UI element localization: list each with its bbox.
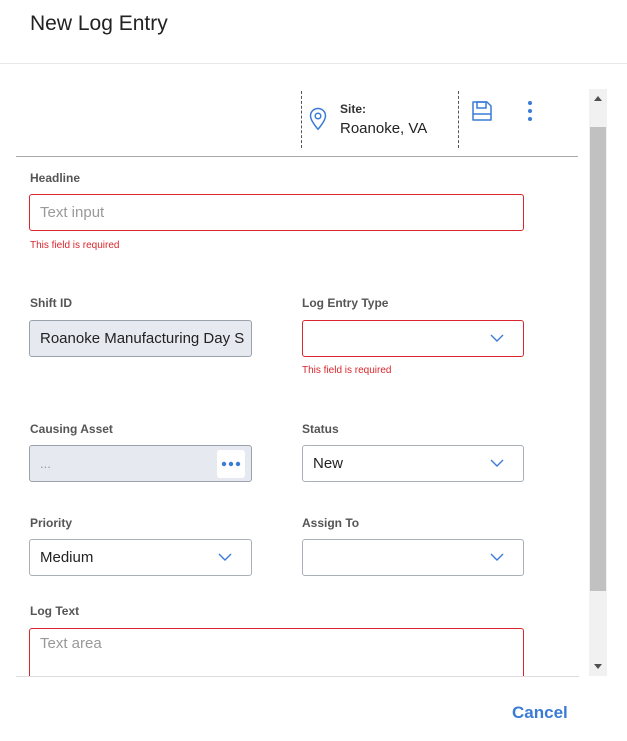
scroll-down-arrow-icon[interactable] (589, 656, 607, 676)
assign-to-label: Assign To (302, 516, 360, 530)
vertical-scrollbar[interactable] (589, 89, 607, 676)
priority-value: Medium (40, 549, 94, 566)
footer-divider (16, 676, 579, 677)
headline-placeholder: Text input (40, 204, 105, 221)
chevron-down-icon (218, 553, 232, 561)
site-value: Roanoke, VA (340, 120, 428, 137)
save-icon[interactable] (471, 100, 493, 122)
log-entry-type-error: This field is required (302, 365, 392, 376)
asset-picker-button[interactable] (217, 450, 245, 478)
priority-select[interactable]: Medium (29, 539, 252, 576)
status-value: New (313, 455, 344, 472)
map-pin-icon (309, 107, 327, 131)
assign-to-select[interactable] (302, 539, 524, 576)
scrollbar-thumb[interactable] (590, 127, 606, 591)
toolbar-divider (16, 156, 578, 157)
priority-label: Priority (30, 516, 73, 530)
form-scroll-region[interactable]: Site: Roanoke, VA Headline Text input Th… (16, 89, 607, 676)
site-label: Site: (340, 102, 367, 116)
log-entry-type-select[interactable] (302, 320, 524, 357)
chevron-down-icon (490, 334, 504, 342)
headline-error: This field is required (30, 240, 120, 251)
causing-asset-label: Causing Asset (30, 422, 113, 436)
chevron-down-icon (490, 553, 504, 561)
log-entry-type-label: Log Entry Type (302, 296, 389, 310)
shift-id-field[interactable]: Roanoke Manufacturing Day S (29, 320, 252, 357)
status-select[interactable]: New (302, 445, 524, 482)
log-text-placeholder: Text area (40, 635, 102, 652)
cancel-button[interactable]: Cancel (512, 703, 568, 723)
causing-asset-value: ... (40, 456, 51, 471)
shift-id-label: Shift ID (30, 296, 72, 310)
chevron-down-icon (490, 459, 504, 467)
dialog-title: New Log Entry (30, 12, 168, 35)
status-label: Status (302, 422, 339, 436)
more-vertical-icon[interactable] (522, 100, 538, 122)
form-content: Site: Roanoke, VA Headline Text input Th… (16, 89, 578, 676)
header-divider (0, 63, 627, 64)
causing-asset-field[interactable]: ... (29, 445, 252, 482)
more-horizontal-icon (221, 461, 241, 467)
site-selector[interactable]: Site: Roanoke, VA (301, 91, 459, 148)
shift-id-value: Roanoke Manufacturing Day S (40, 330, 245, 347)
log-text-label: Log Text (30, 604, 80, 618)
headline-label: Headline (30, 171, 81, 185)
scroll-up-arrow-icon[interactable] (589, 89, 607, 109)
log-text-textarea[interactable]: Text area (29, 628, 524, 676)
headline-input[interactable]: Text input (29, 194, 524, 231)
